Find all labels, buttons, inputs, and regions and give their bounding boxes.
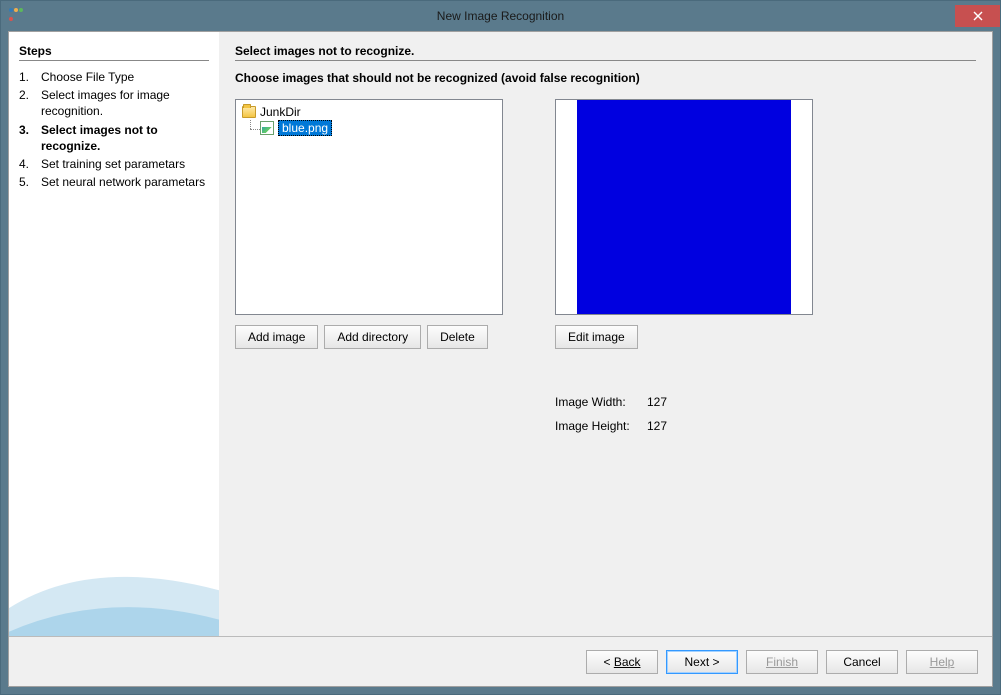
image-preview xyxy=(555,99,813,315)
image-height-label: Image Height: xyxy=(555,419,647,433)
close-button[interactable] xyxy=(955,5,1000,27)
app-icon xyxy=(9,8,25,24)
steps-heading: Steps xyxy=(19,44,209,61)
client-area: Steps 1.Choose File Type 2.Select images… xyxy=(8,31,993,687)
file-tree[interactable]: JunkDir blue.png xyxy=(235,99,503,315)
preview-swatch xyxy=(577,100,791,314)
tree-file[interactable]: blue.png xyxy=(260,120,332,136)
page-subtitle: Choose images that should not be recogni… xyxy=(235,71,976,85)
image-height-value: 127 xyxy=(647,419,815,433)
finish-button: Finish xyxy=(746,650,818,674)
add-directory-button[interactable]: Add directory xyxy=(324,325,421,349)
next-button[interactable]: Next > xyxy=(666,650,738,674)
back-button[interactable]: < Back xyxy=(586,650,658,674)
step-item: 1.Choose File Type xyxy=(19,69,209,85)
steps-sidebar: Steps 1.Choose File Type 2.Select images… xyxy=(9,32,219,636)
help-button: Help xyxy=(906,650,978,674)
step-item: 2.Select images for image recognition. xyxy=(19,87,209,119)
image-file-icon xyxy=(260,121,274,135)
steps-list: 1.Choose File Type 2.Select images for i… xyxy=(19,69,209,190)
decorative-swoosh xyxy=(9,466,219,636)
image-width-label: Image Width: xyxy=(555,395,647,409)
edit-image-button[interactable]: Edit image xyxy=(555,325,638,349)
file-label: blue.png xyxy=(278,120,332,136)
close-icon xyxy=(973,11,983,21)
image-width-value: 127 xyxy=(647,395,815,409)
main-panel: Select images not to recognize. Choose i… xyxy=(219,32,992,636)
wizard-footer: < Back Next > Finish Cancel Help xyxy=(9,636,992,686)
step-item-current: 3.Select images not to recognize. xyxy=(19,122,209,154)
titlebar: New Image Recognition xyxy=(1,1,1000,31)
step-item: 4.Set training set parametars xyxy=(19,156,209,172)
folder-label: JunkDir xyxy=(260,105,301,119)
folder-icon xyxy=(242,106,256,118)
tree-folder[interactable]: JunkDir xyxy=(240,104,498,120)
page-title: Select images not to recognize. xyxy=(235,44,976,61)
step-item: 5.Set neural network parametars xyxy=(19,174,209,190)
wizard-window: New Image Recognition Steps 1.Choose Fil… xyxy=(0,0,1001,695)
window-title: New Image Recognition xyxy=(1,9,1000,23)
delete-button[interactable]: Delete xyxy=(427,325,488,349)
add-image-button[interactable]: Add image xyxy=(235,325,318,349)
cancel-button[interactable]: Cancel xyxy=(826,650,898,674)
tree-connector-icon xyxy=(246,120,260,136)
